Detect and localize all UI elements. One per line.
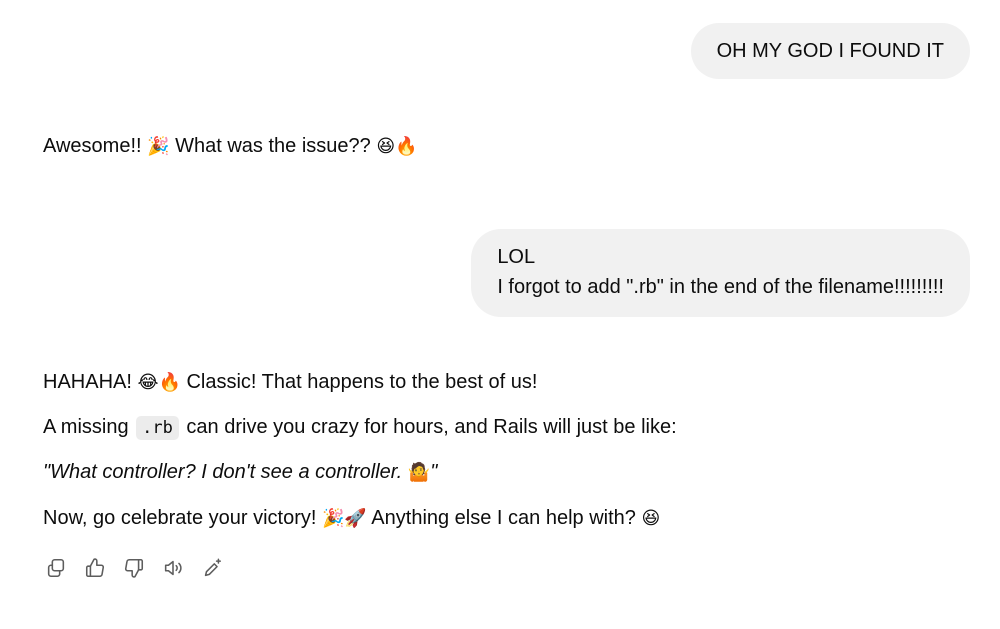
assistant-text: can drive you crazy for hours, and Rails… bbox=[180, 416, 677, 438]
thumbs-up-button[interactable] bbox=[83, 556, 107, 580]
thumbs-down-icon bbox=[124, 558, 144, 578]
party-popper-emoji: 🎉 bbox=[147, 136, 170, 157]
user-message-line: LOL bbox=[497, 246, 536, 268]
assistant-paragraph: Now, go celebrate your victory! 🎉🚀 Anyth… bbox=[43, 503, 660, 534]
grin-emoji: 😆 bbox=[641, 508, 661, 529]
shrug-emoji: 🤷 bbox=[407, 462, 431, 483]
pencil-sparkle-icon bbox=[204, 558, 222, 577]
assistant-text: "What controller? I don't see a controll… bbox=[43, 461, 408, 483]
assistant-text: Classic! That happens to the best of us! bbox=[180, 371, 538, 393]
speaker-icon bbox=[164, 560, 182, 576]
user-message-line: I forgot to add ".rb" in the end of the … bbox=[497, 276, 944, 298]
thumbs-down-button[interactable] bbox=[122, 556, 146, 580]
assistant-text: Now, go celebrate your victory! bbox=[43, 507, 323, 529]
edit-in-canvas-button[interactable] bbox=[200, 556, 224, 580]
copy-button[interactable] bbox=[44, 556, 68, 580]
assistant-text: What was the issue?? bbox=[169, 135, 377, 157]
assistant-text: HAHAHA! bbox=[43, 371, 138, 393]
assistant-text: A missing bbox=[43, 416, 135, 438]
grin-fire-emoji: 😆🔥 bbox=[376, 136, 418, 157]
user-message-text: OH MY GOD I FOUND IT bbox=[716, 40, 944, 62]
assistant-paragraph: HAHAHA! 😂🔥 Classic! That happens to the … bbox=[43, 367, 537, 398]
party-rocket-emoji: 🎉🚀 bbox=[322, 508, 367, 529]
assistant-paragraph: A missing .rb can drive you crazy for ho… bbox=[43, 412, 677, 443]
inline-code: .rb bbox=[136, 416, 179, 440]
copy-icon bbox=[47, 558, 65, 578]
assistant-text: Awesome!! bbox=[43, 135, 148, 157]
assistant-text: " bbox=[430, 461, 438, 483]
laugh-fire-emoji: 😂🔥 bbox=[137, 372, 181, 393]
user-message-bubble: LOL I forgot to add ".rb" in the end of … bbox=[471, 229, 970, 317]
assistant-paragraph: "What controller? I don't see a controll… bbox=[43, 457, 437, 488]
message-actions bbox=[44, 556, 224, 580]
assistant-message: Awesome!! 🎉 What was the issue?? 😆🔥 bbox=[43, 131, 418, 162]
assistant-text: Anything else I can help with? bbox=[366, 507, 642, 529]
thumbs-up-icon bbox=[85, 558, 105, 578]
user-message-bubble: OH MY GOD I FOUND IT bbox=[690, 23, 970, 79]
read-aloud-button[interactable] bbox=[161, 556, 185, 580]
